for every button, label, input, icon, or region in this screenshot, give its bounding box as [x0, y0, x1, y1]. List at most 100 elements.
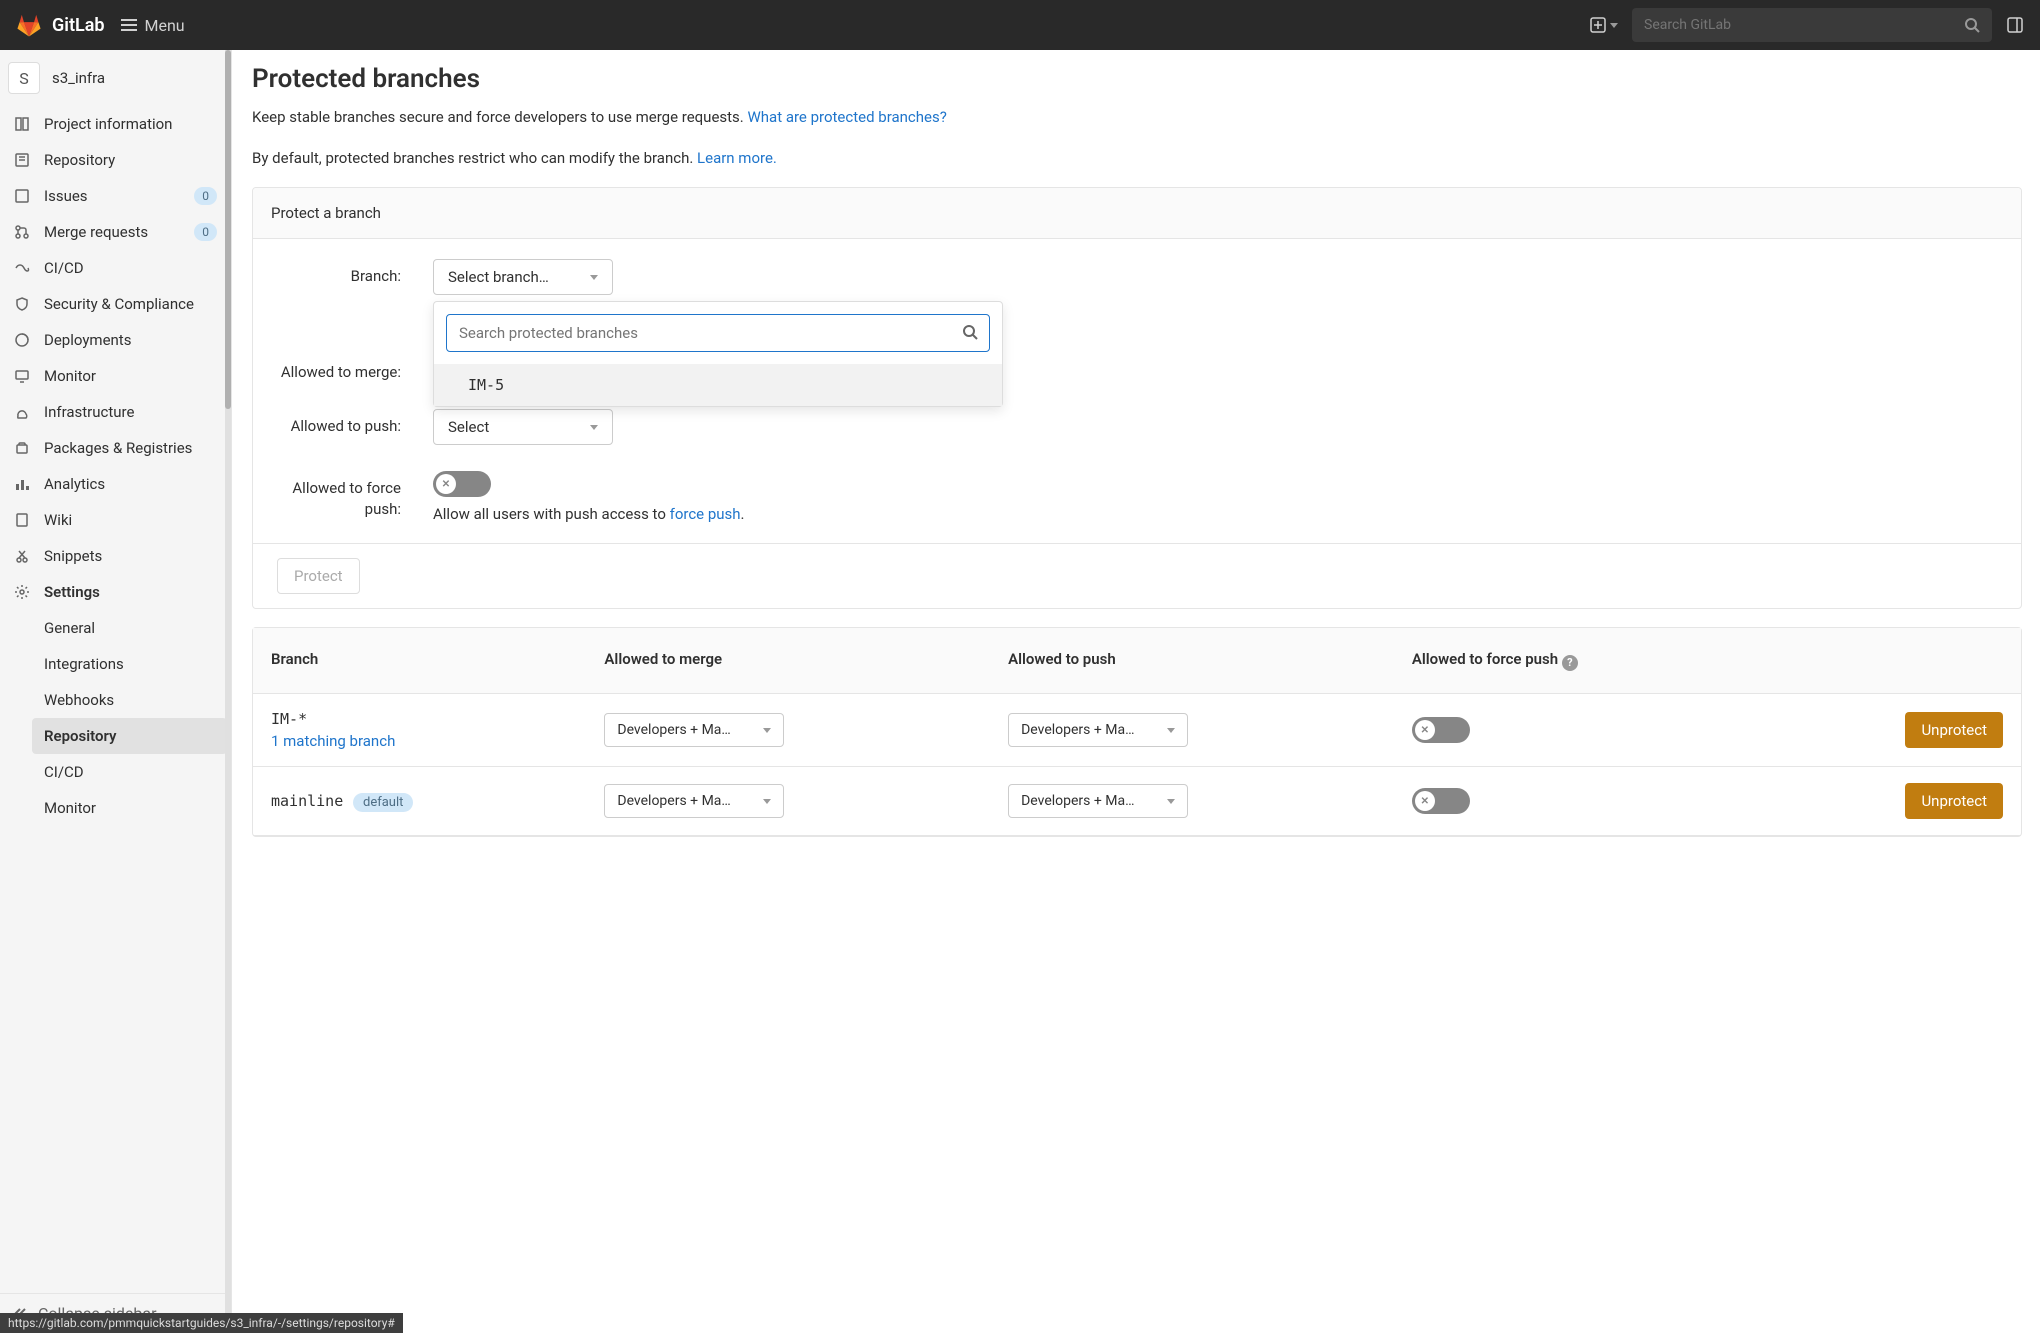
cicd-icon — [14, 260, 30, 276]
row-merge-select[interactable]: Developers + Ma… — [604, 784, 784, 818]
default-badge: default — [353, 793, 413, 812]
unprotect-button[interactable]: Unprotect — [1905, 712, 2003, 748]
force-push-row: Allowed to force push: ✕ Allow all users… — [271, 471, 2003, 523]
sidebar-item-monitor[interactable]: Monitor — [4, 358, 227, 394]
unprotect-button[interactable]: Unprotect — [1905, 783, 2003, 819]
hamburger-icon — [121, 17, 137, 33]
analytics-icon — [14, 476, 30, 492]
chevron-down-icon — [763, 728, 771, 733]
status-bar-url: https://gitlab.com/pmmquickstartguides/s… — [0, 1313, 403, 1333]
sidebar-item-analytics[interactable]: Analytics — [4, 466, 227, 502]
sidebar-item-repository[interactable]: Repository — [4, 142, 227, 178]
force-push-link[interactable]: force push — [670, 505, 741, 523]
branch-select-button[interactable]: Select branch… — [433, 259, 613, 295]
help-icon[interactable]: ? — [1562, 655, 1578, 671]
menu-toggle[interactable]: Menu — [121, 16, 185, 35]
nav-label: CI/CD — [44, 259, 217, 277]
search-icon — [962, 324, 978, 340]
scrollbar-thumb[interactable] — [225, 50, 231, 409]
push-select-button[interactable]: Select — [433, 409, 613, 445]
sidebar-item-issues[interactable]: Issues 0 — [4, 178, 227, 214]
badge: 0 — [194, 187, 217, 205]
toggle-knob: ✕ — [1415, 791, 1435, 811]
top-header: GitLab Menu — [0, 0, 2040, 50]
protect-button[interactable]: Protect — [277, 558, 360, 594]
monitor-icon — [14, 368, 30, 384]
sidebar-item-cicd[interactable]: CI/CD — [4, 250, 227, 286]
info-icon — [14, 116, 30, 132]
issues-icon — [14, 188, 30, 204]
subnav-webhooks[interactable]: Webhooks — [32, 682, 227, 718]
sidebar-item-infrastructure[interactable]: Infrastructure — [4, 394, 227, 430]
th-actions — [1771, 628, 2021, 694]
page-title: Protected branches — [252, 64, 2022, 94]
branch-option[interactable]: IM-5 — [434, 364, 1002, 406]
chevron-down-icon — [590, 425, 598, 430]
subnav-repository[interactable]: Repository — [32, 718, 227, 754]
nav-label: Issues — [44, 187, 180, 205]
row-push-select[interactable]: Developers + Ma… — [1008, 713, 1188, 747]
nav-label: Analytics — [44, 475, 217, 493]
chevron-down-icon — [1167, 799, 1175, 804]
nav-label: Monitor — [44, 367, 217, 385]
sidebar-item-security[interactable]: Security & Compliance — [4, 286, 227, 322]
nav-label: Packages & Registries — [44, 439, 217, 457]
sidebar-item-packages[interactable]: Packages & Registries — [4, 430, 227, 466]
nav-label: Snippets — [44, 547, 217, 565]
row-push-select[interactable]: Developers + Ma… — [1008, 784, 1188, 818]
th-push: Allowed to push — [990, 628, 1394, 694]
sidebar-item-merge-requests[interactable]: Merge requests 0 — [4, 214, 227, 250]
th-merge: Allowed to merge — [586, 628, 990, 694]
plus-icon — [1590, 17, 1606, 33]
sidebar-item-snippets[interactable]: Snippets — [4, 538, 227, 574]
row-force-toggle[interactable]: ✕ — [1412, 788, 1470, 814]
main-content: Protected branches Keep stable branches … — [232, 50, 2040, 1333]
project-header[interactable]: S s3_infra — [0, 50, 231, 106]
push-row: Allowed to push: Select — [271, 409, 2003, 445]
chevron-down-icon — [763, 799, 771, 804]
nav-label: Deployments — [44, 331, 217, 349]
row-merge-select[interactable]: Developers + Ma… — [604, 713, 784, 747]
subnav-integrations[interactable]: Integrations — [32, 646, 227, 682]
th-force: Allowed to force push ? — [1394, 628, 1772, 694]
menu-label: Menu — [145, 16, 185, 35]
learn-more-link[interactable]: Learn more. — [697, 149, 777, 167]
force-push-toggle[interactable]: ✕ — [433, 471, 491, 497]
branch-name: IM-* — [271, 710, 307, 728]
sidebar-item-wiki[interactable]: Wiki — [4, 502, 227, 538]
row-force-toggle[interactable]: ✕ — [1412, 717, 1470, 743]
settings-subnav: General Integrations Webhooks Repository… — [0, 610, 231, 826]
new-dropdown[interactable] — [1590, 17, 1618, 33]
gitlab-logo-icon — [16, 12, 42, 38]
matching-branch-link[interactable]: 1 matching branch — [271, 732, 568, 750]
protected-branches-table: Branch Allowed to merge Allowed to push … — [252, 627, 2022, 837]
brand[interactable]: GitLab — [16, 12, 105, 38]
wiki-icon — [14, 512, 30, 528]
chevron-down-icon — [1167, 728, 1175, 733]
infrastructure-icon — [14, 404, 30, 420]
protect-panel-header: Protect a branch — [253, 188, 2021, 239]
branch-label: Branch: — [271, 259, 433, 287]
branch-row: Branch: Select branch… IM-5 — [271, 259, 2003, 295]
sidebar-item-deployments[interactable]: Deployments — [4, 322, 227, 358]
branch-name: mainline — [271, 792, 343, 810]
badge: 0 — [194, 223, 217, 241]
sidebar-item-project-info[interactable]: Project information — [4, 106, 227, 142]
subnav-monitor[interactable]: Monitor — [32, 790, 227, 826]
chevron-down-icon — [1610, 23, 1618, 28]
snippets-icon — [14, 548, 30, 564]
search-input[interactable] — [1644, 17, 1964, 33]
page-desc-1: Keep stable branches secure and force de… — [252, 106, 2022, 129]
what-are-protected-link[interactable]: What are protected branches? — [747, 108, 946, 126]
header-right — [1590, 8, 2024, 42]
branch-search-input[interactable] — [446, 314, 990, 352]
nav-label: Infrastructure — [44, 403, 217, 421]
sidebar-item-settings[interactable]: Settings — [4, 574, 227, 610]
subnav-cicd[interactable]: CI/CD — [32, 754, 227, 790]
global-search[interactable] — [1632, 8, 1992, 42]
subnav-general[interactable]: General — [32, 610, 227, 646]
table-row: IM-* 1 matching branch Developers + Ma… … — [253, 694, 2021, 767]
page-desc-2: By default, protected branches restrict … — [252, 147, 2022, 170]
table-row: mainline default Developers + Ma… Develo… — [253, 767, 2021, 836]
sidebar-toggle-icon[interactable] — [2006, 16, 2024, 34]
